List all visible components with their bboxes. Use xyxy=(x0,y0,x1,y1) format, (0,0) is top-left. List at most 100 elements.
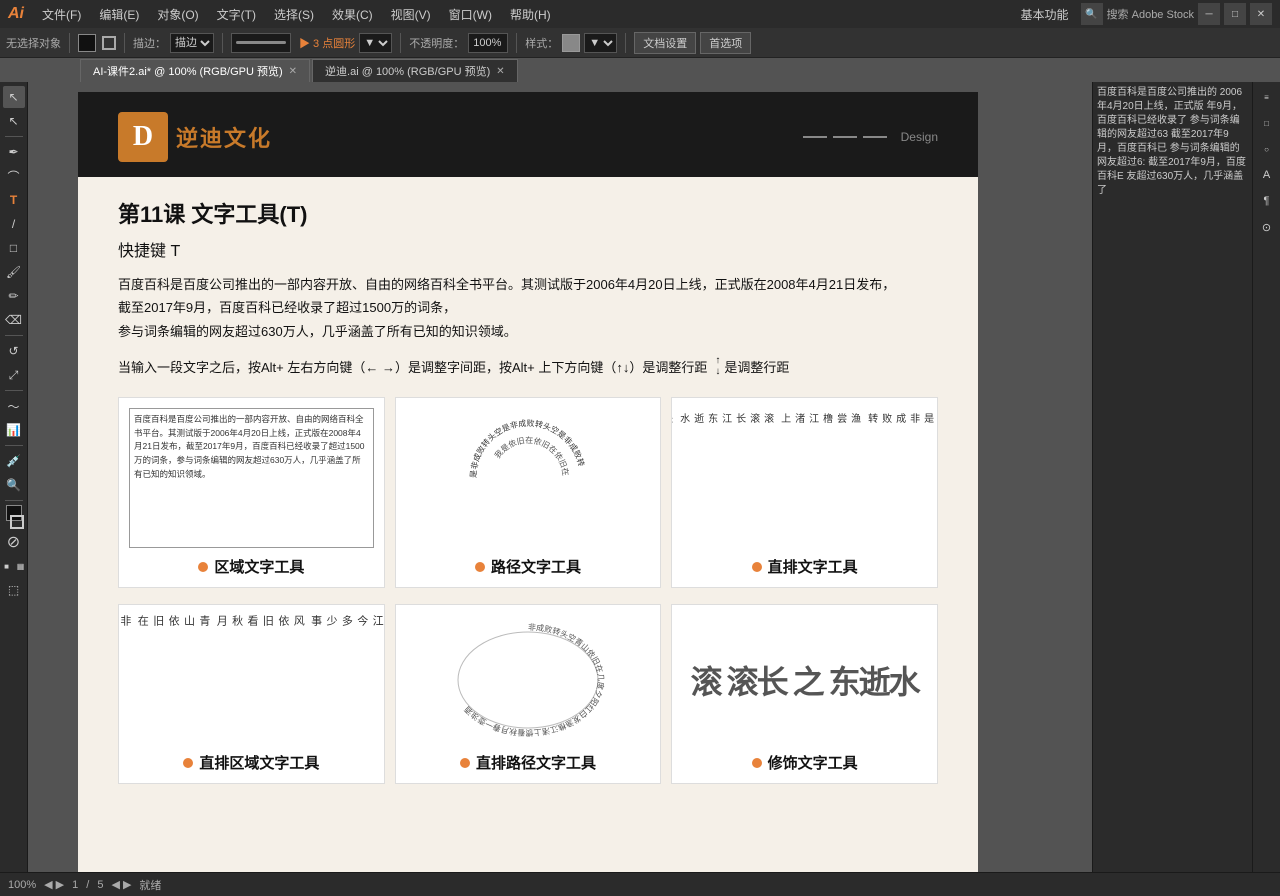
status-text: 就绪 xyxy=(139,877,161,893)
menu-window[interactable]: 窗口(W) xyxy=(441,4,500,25)
eyedropper-tool[interactable]: 💉 xyxy=(3,450,25,472)
panel-type-btn[interactable]: A xyxy=(1256,164,1278,186)
vert-col-2: 滚滚长江东逝水 xyxy=(676,413,774,423)
align-tool[interactable]: ≡ xyxy=(1256,86,1278,108)
fill-swatch[interactable] xyxy=(78,34,96,52)
rotate-tool[interactable]: ↺ xyxy=(3,340,25,362)
vertical-dot xyxy=(752,562,762,572)
color-mode-btns: ■ ▦ xyxy=(1,555,27,577)
stroke-label: 描边： xyxy=(133,35,166,51)
toolbox: ↖ ↖ ✒ ⌒ T / □ 🖌 ✏ ⌫ ↺ ⤢ 〜 📊 💉 🔍 ⊘ ■ ▦ ⬚ xyxy=(0,82,28,872)
zone-v-col1: 非成败转头空 xyxy=(118,615,132,744)
search-label: 搜索 Adobe Stock xyxy=(1107,6,1194,22)
stroke-dropdown[interactable]: 描边 xyxy=(170,33,214,53)
style-swatch[interactable] xyxy=(562,34,580,52)
zoom-tool[interactable]: 🔍 xyxy=(3,474,25,496)
demo-grid-top: 百度百科是百度公司推出的一部内容开放、自由的网络百科全书平台。其测试版于2006… xyxy=(118,397,938,588)
vertical-text-demo: 是旧非是成非败成转败头转空头 滚滚长江东逝水 渔尝橹江渚上 旧是非成败转 滚滚长… xyxy=(671,397,938,588)
tab-1-label: AI-课件2.ai* @ 100% (RGB/GPU 预览) xyxy=(93,63,283,79)
zone-v-col2: 青山依旧在 xyxy=(134,615,211,744)
scale-tool[interactable]: ⤢ xyxy=(3,364,25,386)
color-swatches xyxy=(4,505,24,529)
logo-text: 逆迪文化 xyxy=(176,121,272,153)
tool-sep-2 xyxy=(5,335,23,336)
right-panel-text: 百度百科是百度公司推出的 2006年4月20日上线，正式版 年9月，百度百科已经… xyxy=(1097,86,1248,198)
minimize-btn[interactable]: ─ xyxy=(1198,3,1220,25)
warp-tool[interactable]: 〜 xyxy=(3,395,25,417)
panel-btn-2[interactable]: ○ xyxy=(1256,138,1278,160)
type-tool[interactable]: T xyxy=(3,189,25,211)
rect-tool[interactable]: □ xyxy=(3,237,25,259)
svg-text:非成败转头空青山依旧在几度夕阳红白发渔樵江渚上惯看秋月春一壶: 非成败转头空青山依旧在几度夕阳红白发渔樵江渚上惯看秋月春一壶浊酒 xyxy=(463,622,606,738)
menu-help[interactable]: 帮助(H) xyxy=(502,4,559,25)
workspace-btn[interactable]: 基本功能 xyxy=(1013,4,1077,25)
menu-bar: Ai 文件(F) 编辑(E) 对象(O) 文字(T) 选择(S) 效果(C) 视… xyxy=(0,0,1280,28)
right-mini-tools: ≡ □ ○ A ¶ ⊙ xyxy=(1252,82,1280,872)
search-btn[interactable]: 🔍 xyxy=(1081,3,1103,25)
menu-edit[interactable]: 编辑(E) xyxy=(91,4,147,25)
ellipse-path-svg: 非成败转头空青山依旧在几度夕阳红白发渔樵江渚上惯看秋月春一壶浊酒 xyxy=(448,620,608,740)
stroke-color[interactable] xyxy=(10,515,24,529)
panel-para-btn[interactable]: ¶ xyxy=(1256,190,1278,212)
menu-effect[interactable]: 效果(C) xyxy=(324,4,381,25)
artboard-tool[interactable]: ⬚ xyxy=(3,579,25,601)
circle-text-svg: 是非成败转头空是非成败转头空是非成败转 我是依旧在依旧在依旧在 xyxy=(458,408,598,548)
style-dropdown[interactable]: ▼ xyxy=(584,33,617,53)
close-btn[interactable]: ✕ xyxy=(1250,3,1272,25)
direct-select-tool[interactable]: ↖ xyxy=(3,110,25,132)
opacity-input[interactable] xyxy=(468,33,508,53)
none-btn[interactable]: ⊘ xyxy=(3,531,25,553)
zone-text-demo: 百度百科是百度公司推出的一部内容开放、自由的网络百科全书平台。其测试版于2006… xyxy=(118,397,385,588)
points-dropdown[interactable]: ▼ xyxy=(359,33,392,53)
tab-1[interactable]: AI-课件2.ai* @ 100% (RGB/GPU 预览) ✕ xyxy=(80,59,310,82)
vert-col-3: 渔尝橹江渚上 xyxy=(777,413,861,423)
toolbar-sep-5 xyxy=(516,33,517,53)
select-tool[interactable]: ↖ xyxy=(3,86,25,108)
decor-dot xyxy=(752,758,762,768)
opacity-label: 不透明度： xyxy=(409,35,464,51)
eraser-tool[interactable]: ⌫ xyxy=(3,309,25,331)
gradient-mode[interactable]: ▦ xyxy=(15,555,27,577)
vert-col-1: 是旧非是成非败成转败头转空头 xyxy=(671,413,672,433)
decor-demo: 滚 滚长 之 东逝水 修饰文字工具 xyxy=(671,604,938,784)
pen-tool[interactable]: ✒ xyxy=(3,141,25,163)
logo-area: D 逆迪文化 xyxy=(118,112,272,162)
path-dot xyxy=(475,562,485,572)
maximize-btn[interactable]: □ xyxy=(1224,3,1246,25)
menu-view[interactable]: 视图(V) xyxy=(383,4,439,25)
zone-v-col4: 江今多少事 xyxy=(307,615,384,744)
panel-btn-1[interactable]: □ xyxy=(1256,112,1278,134)
menu-text[interactable]: 文字(T) xyxy=(209,4,264,25)
path-v-demo: 非成败转头空青山依旧在几度夕阳红白发渔樵江渚上惯看秋月春一壶浊酒 直排路径文字工… xyxy=(395,604,662,784)
toolbar: 无选择对象 描边： 描边 ▶ 3 点圆形 ▼ 不透明度： 样式： ▼ 文档设置 … xyxy=(0,28,1280,58)
path-v-dot xyxy=(460,758,470,768)
menu-select[interactable]: 选择(S) xyxy=(266,4,322,25)
canvas-area: D 逆迪文化 Design 第11课 文字工具(T) 快捷键 T 百度百科是百度… xyxy=(28,82,1092,872)
zoom-level: 100% xyxy=(8,879,36,891)
menu-file[interactable]: 文件(F) xyxy=(34,4,89,25)
tabs-bar: AI-课件2.ai* @ 100% (RGB/GPU 预览) ✕ 逆迪.ai @… xyxy=(0,58,1280,82)
status-arrows-2: ◀ ▶ xyxy=(111,878,131,891)
svg-text:我是依旧在依旧在依旧在: 我是依旧在依旧在依旧在 xyxy=(492,435,571,477)
line-tool[interactable]: / xyxy=(3,213,25,235)
path-text-demo: 是非成败转头空是非成败转头空是非成败转 我是依旧在依旧在依旧在 路径文字工具 xyxy=(395,397,662,588)
curvature-tool[interactable]: ⌒ xyxy=(3,165,25,187)
nav-area: Design xyxy=(803,130,938,144)
tab-2-close[interactable]: ✕ xyxy=(496,66,504,77)
zone-text-content: 百度百科是百度公司推出的一部内容开放、自由的网络百科全书平台。其测试版于2006… xyxy=(129,408,374,548)
graph-tool[interactable]: 📊 xyxy=(3,419,25,441)
pencil-tool[interactable]: ✏ xyxy=(3,285,25,307)
lesson-title: 第11课 文字工具(T) xyxy=(118,197,938,229)
menu-object[interactable]: 对象(O) xyxy=(149,4,206,25)
stroke-swatch[interactable] xyxy=(102,36,116,50)
tab-2[interactable]: 逆迪.ai @ 100% (RGB/GPU 预览) ✕ xyxy=(312,59,518,82)
color-mode[interactable]: ■ xyxy=(1,555,13,577)
panel-glyph-btn[interactable]: ⊙ xyxy=(1256,216,1278,238)
preferences-btn[interactable]: 首选项 xyxy=(700,32,751,54)
points-label: ▶ 3 点圆形 xyxy=(299,35,355,51)
zone-v-dot xyxy=(183,758,193,768)
paintbrush-tool[interactable]: 🖌 xyxy=(3,261,25,283)
doc-settings-btn[interactable]: 文档设置 xyxy=(634,32,696,54)
page-num: 1 xyxy=(72,879,78,891)
tab-1-close[interactable]: ✕ xyxy=(289,66,297,77)
